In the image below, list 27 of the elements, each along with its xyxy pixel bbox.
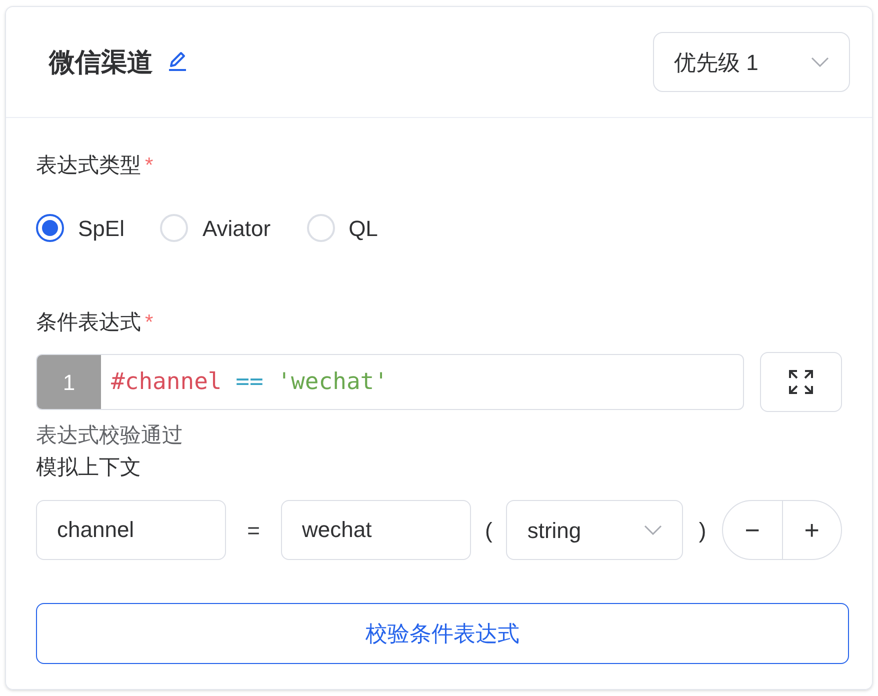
field-label: 表达式类型	[36, 153, 141, 179]
type-select[interactable]: string	[506, 500, 683, 560]
radio-option[interactable]: Aviator	[160, 212, 271, 244]
chevron-down-icon	[811, 57, 829, 67]
code-line: #channel == 'wechat'	[110, 368, 388, 397]
radio-option[interactable]: SpEl	[36, 212, 124, 244]
key-input[interactable]: channel	[36, 500, 226, 560]
value-input[interactable]: wechat	[281, 500, 471, 560]
remove-button[interactable]: −	[723, 501, 783, 559]
line-number: 1	[37, 355, 101, 409]
validation-message: 表达式校验通过	[36, 423, 184, 449]
add-button[interactable]: +	[782, 501, 842, 559]
expand-icon	[788, 369, 814, 395]
priority-select[interactable]: 优先级 1	[653, 32, 850, 92]
equals-sign: =	[246, 516, 261, 544]
close-paren: )	[698, 516, 708, 544]
code-editor[interactable]: 1 #channel == 'wechat'	[36, 354, 744, 410]
field-label: 模拟上下文	[36, 455, 142, 481]
channel-title: 微信渠道	[49, 46, 153, 78]
radio-option[interactable]: QL	[306, 212, 378, 244]
fullscreen-button[interactable]	[760, 352, 842, 412]
required-mark: *	[145, 153, 154, 179]
chevron-down-icon	[644, 525, 662, 535]
validate-button[interactable]: 校验条件表达式	[36, 603, 849, 664]
field-label: 条件表达式	[36, 310, 141, 336]
required-mark: *	[145, 310, 154, 336]
open-paren: (	[484, 516, 494, 544]
